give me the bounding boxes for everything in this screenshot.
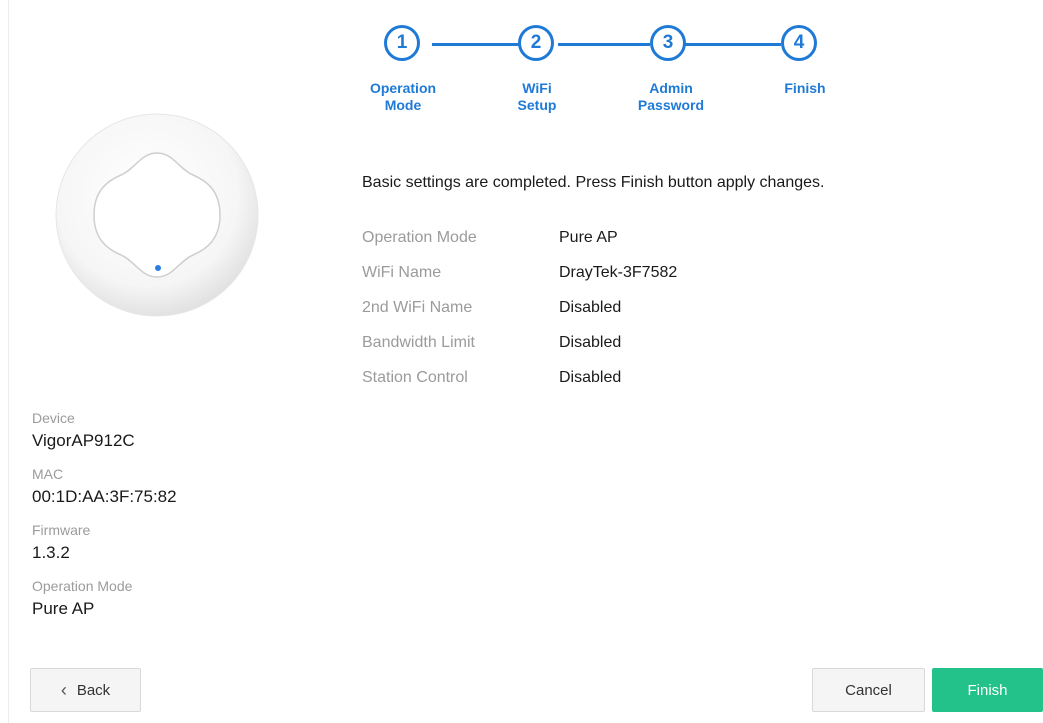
device-label: Device [32, 410, 75, 426]
step-4-label-line1: Finish [784, 80, 826, 96]
summary-row: Station Control Disabled [362, 360, 677, 395]
summary-row: Operation Mode Pure AP [362, 220, 677, 255]
firmware-label: Firmware [32, 522, 91, 538]
device-value: VigorAP912C [32, 431, 135, 450]
step-2-label: WiFi Setup [477, 80, 597, 114]
summary-key: Station Control [362, 368, 468, 386]
step-connector [558, 43, 650, 46]
device-info: Device VigorAP912C MAC 00:1D:AA:3F:75:82… [32, 408, 177, 632]
step-3-label-line2: Password [637, 97, 705, 113]
summary-message: Basic settings are completed. Press Fini… [362, 174, 825, 191]
summary-key: Operation Mode [362, 228, 477, 246]
step-2-label-line1: WiFi [522, 80, 552, 96]
step-1-label-line1: Operation [369, 80, 437, 96]
step-3-label: Admin Password [611, 80, 731, 114]
summary-row: 2nd WiFi Name Disabled [362, 290, 677, 325]
mac-label: MAC [32, 466, 64, 482]
cancel-button-label: Cancel [845, 681, 892, 699]
summary-key: WiFi Name [362, 263, 442, 281]
summary-value: DrayTek-3F7582 [559, 263, 678, 281]
firmware-value: 1.3.2 [32, 543, 70, 562]
step-4-circle[interactable]: 4 [781, 25, 817, 61]
wizard-stepper: 1 2 3 4 Operation Mode WiFi Setup Admin … [0, 0, 1043, 130]
summary-table: Operation Mode Pure AP WiFi Name DrayTek… [362, 220, 677, 395]
summary-row: Bandwidth Limit Disabled [362, 325, 677, 360]
summary-key: Bandwidth Limit [362, 333, 475, 351]
step-1-label-line2: Mode [384, 97, 422, 113]
cancel-button[interactable]: Cancel [812, 668, 925, 712]
finish-button-label: Finish [967, 681, 1008, 699]
operation-mode-value: Pure AP [32, 599, 95, 618]
step-2-label-line2: Setup [517, 97, 557, 113]
back-button[interactable]: ‹ Back [30, 668, 141, 712]
chevron-left-icon: ‹ [60, 679, 67, 700]
mac-value: 00:1D:AA:3F:75:82 [32, 487, 177, 506]
step-connector [432, 43, 524, 46]
back-button-label: Back [76, 681, 111, 699]
step-1-label: Operation Mode [343, 80, 463, 114]
summary-value: Disabled [559, 333, 622, 351]
access-point-device-image [55, 113, 259, 317]
step-4-label: Finish [745, 80, 865, 97]
step-1-circle[interactable]: 1 [384, 25, 420, 61]
step-3-label-line1: Admin [649, 80, 693, 96]
summary-value: Disabled [559, 368, 622, 386]
summary-key: 2nd WiFi Name [362, 298, 473, 316]
summary-value: Pure AP [559, 228, 618, 246]
step-2-circle[interactable]: 2 [518, 25, 554, 61]
summary-row: WiFi Name DrayTek-3F7582 [362, 255, 677, 290]
step-connector [684, 43, 781, 46]
summary-value: Disabled [559, 298, 622, 316]
operation-mode-label: Operation Mode [32, 578, 133, 594]
step-3-circle[interactable]: 3 [650, 25, 686, 61]
finish-button[interactable]: Finish [932, 668, 1043, 712]
